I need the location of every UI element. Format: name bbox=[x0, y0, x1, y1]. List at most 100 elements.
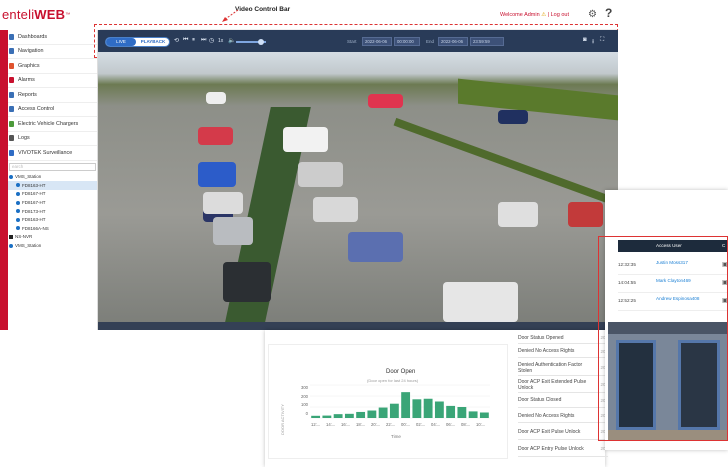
camera-icon bbox=[9, 243, 13, 248]
event-label: Door ACP Entry Pulse Unlock bbox=[518, 445, 584, 452]
app-logo: enteliWEB™ bbox=[0, 0, 100, 30]
tree-node[interactable]: FD8163-HT bbox=[8, 181, 97, 190]
ytick-100: 100 bbox=[301, 402, 308, 407]
refresh-icon[interactable]: ⟲ bbox=[174, 37, 179, 44]
start-label: Start bbox=[347, 39, 357, 44]
sidebar-item-label: Access Control bbox=[18, 106, 55, 113]
ytick-0: 0 bbox=[305, 410, 308, 416]
charger-icon bbox=[9, 120, 14, 127]
x-tick-label: 16:... bbox=[341, 422, 350, 427]
dashboard-icon bbox=[9, 33, 14, 40]
chart-ylabel: DOOR ACTIVITY bbox=[280, 404, 285, 435]
camera-video-feed[interactable] bbox=[98, 52, 618, 322]
rewind-icon[interactable]: ⏮ bbox=[183, 37, 188, 44]
camera-icon bbox=[16, 209, 20, 214]
tree-node[interactable]: FD8167-HT bbox=[8, 198, 97, 207]
tree-node[interactable]: FD8167-HT bbox=[8, 190, 97, 199]
sidebar-item-access-control[interactable]: Access Control bbox=[8, 103, 97, 117]
event-label: Denied Authentication Factor Stolen bbox=[518, 361, 583, 374]
sidebar-item-vivotek-surveillance[interactable]: VIVOTEK Surveillance bbox=[8, 146, 97, 161]
x-tick-label: 08:... bbox=[461, 422, 470, 427]
snapshot-icon[interactable]: ◙ bbox=[583, 37, 587, 43]
sidebar-item-electric-vehicle-chargers[interactable]: Electric Vehicle Chargers bbox=[8, 117, 97, 132]
settings-gear-icon[interactable]: ⚙ bbox=[588, 9, 597, 20]
volume-icon[interactable]: 🔈 bbox=[228, 37, 235, 44]
fullscreen-icon[interactable]: ⛶ bbox=[600, 37, 604, 44]
pause-icon[interactable]: ⏸ bbox=[192, 37, 195, 44]
logout-link[interactable]: Log out bbox=[551, 12, 569, 18]
ytick-300: 300 bbox=[301, 385, 308, 390]
download-icon[interactable]: ⭳ bbox=[592, 37, 594, 47]
chart-bar[interactable] bbox=[412, 399, 422, 418]
live-button[interactable]: LIVE bbox=[106, 38, 136, 46]
chart-bar[interactable] bbox=[446, 405, 456, 418]
chart-bar[interactable] bbox=[457, 407, 467, 418]
sidebar-item-label: Electric Vehicle Chargers bbox=[18, 120, 79, 127]
event-row[interactable]: Door ACP Exit Pulse Unlock202 bbox=[518, 424, 608, 440]
chart-bar[interactable] bbox=[434, 401, 444, 419]
sidebar-item-alarms[interactable]: Alarms bbox=[8, 74, 97, 88]
sidebar-item-logs[interactable]: Logs bbox=[8, 132, 97, 146]
chart-bar[interactable] bbox=[344, 413, 354, 418]
chart-bar[interactable] bbox=[401, 392, 411, 418]
tree-node-label: VMS_Station bbox=[15, 174, 42, 180]
end-time-input[interactable]: 23:59:59 bbox=[470, 37, 504, 46]
volume-knob[interactable] bbox=[258, 38, 264, 45]
end-date-input[interactable]: 2022-06-06 bbox=[438, 37, 468, 46]
tree-search-input[interactable]: earch bbox=[9, 162, 96, 171]
tree-node[interactable]: NS-NVR bbox=[8, 233, 97, 242]
playback-button[interactable]: PLAYBACK bbox=[137, 38, 169, 46]
x-tick-label: 22:... bbox=[386, 422, 395, 427]
clock-icon[interactable]: ◷ bbox=[209, 37, 214, 44]
event-row[interactable]: Denied No Access Rights202 bbox=[518, 409, 608, 423]
username-link[interactable]: Admin bbox=[524, 12, 540, 18]
sidebar-item-dashboards[interactable]: Dashboards bbox=[8, 30, 97, 45]
event-row[interactable]: Denied No Access Rights202 bbox=[518, 345, 608, 358]
tree-node[interactable]: VMS_Station bbox=[8, 241, 97, 250]
chart-bar[interactable] bbox=[389, 403, 399, 418]
event-row[interactable]: Door Status Closed202 bbox=[518, 393, 608, 408]
chart-bar[interactable] bbox=[311, 415, 321, 418]
tree-node[interactable]: VMS_Station bbox=[8, 173, 97, 182]
sidebar-item-label: Navigation bbox=[18, 48, 44, 55]
event-label: Door Status Closed bbox=[518, 397, 562, 403]
chart-bar[interactable] bbox=[468, 411, 478, 418]
tree-node-label: FD8163-HT bbox=[22, 217, 46, 223]
camera-icon bbox=[16, 191, 20, 196]
event-row[interactable]: Door ACP Exit Extended Pulse Unlock202 bbox=[518, 377, 608, 393]
event-row[interactable]: Door ACP Entry Pulse Unlock202 bbox=[518, 441, 608, 457]
chart-bar[interactable] bbox=[378, 407, 388, 418]
chart-bar[interactable] bbox=[367, 410, 377, 418]
chart-bar[interactable] bbox=[356, 411, 366, 418]
tree-node[interactable]: FD8166A-NS bbox=[8, 224, 97, 233]
chart-title: Door Open bbox=[386, 369, 416, 375]
sidebar-item-label: Dashboards bbox=[18, 33, 48, 40]
tree-node[interactable]: FD8163-HT bbox=[8, 215, 97, 224]
chart-yticks: 300 200 100 0 bbox=[288, 384, 308, 418]
chart-bar[interactable] bbox=[333, 414, 343, 418]
sidebar-item-reports[interactable]: Reports bbox=[8, 88, 97, 103]
tree-node-label: FD8163-HT bbox=[22, 182, 46, 188]
camera-icon bbox=[9, 149, 14, 156]
camera-icon bbox=[16, 183, 20, 188]
reports-icon bbox=[9, 91, 14, 98]
graphics-icon bbox=[9, 62, 14, 69]
tree-node[interactable]: FD8173-HT bbox=[8, 207, 97, 216]
start-date-input[interactable]: 2022-06-06 bbox=[362, 37, 392, 46]
chart-bar[interactable] bbox=[322, 415, 332, 418]
camera-icon bbox=[16, 226, 20, 231]
sidebar-item-navigation[interactable]: Navigation bbox=[8, 45, 97, 59]
chart-bar[interactable] bbox=[479, 412, 489, 419]
warning-icon[interactable]: ⚠ bbox=[541, 12, 546, 18]
sidebar-item-graphics[interactable]: Graphics bbox=[8, 59, 97, 74]
door-open-chart: 12:... 14:... 16:... 18:... 20:... 22:... 00:.… bbox=[310, 384, 490, 427]
chart-bar[interactable] bbox=[423, 398, 433, 418]
event-row[interactable]: Door Status Opened202 bbox=[518, 332, 608, 344]
event-row[interactable]: Denied Authentication Factor Stolen202 bbox=[518, 360, 608, 376]
fast-forward-icon[interactable]: ⏭ bbox=[201, 37, 206, 44]
help-icon[interactable]: ? bbox=[605, 6, 612, 20]
speed-label[interactable]: 1x bbox=[218, 38, 223, 44]
tree-node-label: FD8166A-NS bbox=[22, 225, 49, 231]
start-time-input[interactable]: 00:00:00 bbox=[394, 37, 420, 46]
video-footer bbox=[98, 322, 618, 330]
